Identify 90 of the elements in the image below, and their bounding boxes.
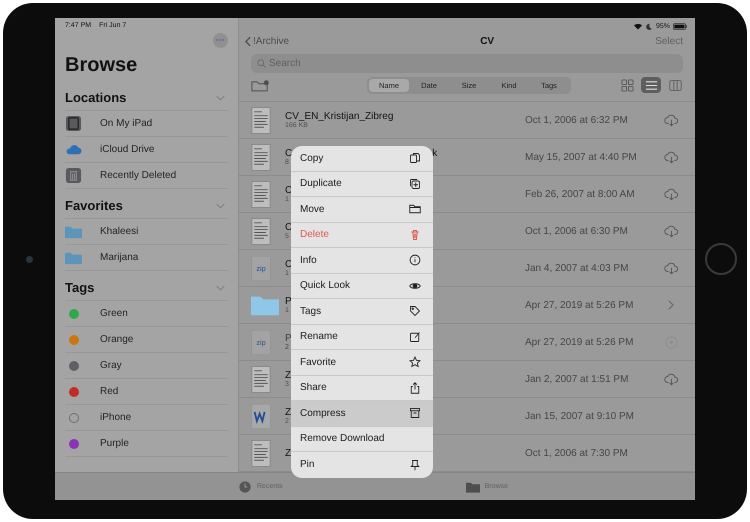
chevron-down-icon[interactable]	[216, 202, 225, 208]
cloud-download-icon[interactable]	[664, 262, 678, 274]
file-date: Oct 1, 2006 at 6:30 PM	[525, 226, 629, 236]
tablet-icon	[65, 115, 82, 132]
pin-icon	[409, 458, 421, 471]
trash-icon	[409, 228, 421, 241]
menu-item[interactable]: Quick Look	[291, 274, 433, 299]
info-icon	[409, 254, 421, 266]
menu-item[interactable]: Favorite	[291, 350, 433, 376]
sidebar-item[interactable]: On My iPad	[65, 111, 228, 137]
share-icon	[409, 382, 421, 394]
menu-item[interactable]: Duplicate	[291, 172, 433, 197]
file-name: Z	[285, 407, 292, 418]
cloud-download-icon[interactable]	[664, 114, 678, 126]
file-date: Jan 2, 2007 at 1:51 PM	[525, 374, 630, 384]
menu-item[interactable]: Tags	[291, 299, 433, 324]
document-thumbnail-icon	[251, 180, 271, 208]
cloud-download-icon[interactable]	[664, 372, 678, 386]
cloud-download-icon[interactable]	[664, 188, 678, 200]
tag-dot	[69, 412, 79, 422]
menu-item[interactable]: Rename	[291, 324, 433, 350]
folder-title: CV	[480, 36, 494, 47]
file-name: CV_EN_Kristijan_Zibreg	[285, 111, 394, 122]
section-title: Tags	[65, 280, 94, 295]
word-document-icon	[251, 402, 271, 430]
file-name: P	[285, 333, 292, 344]
document-thumbnail-icon	[251, 440, 271, 466]
menu-item[interactable]: Pin	[291, 452, 433, 478]
folder-icon	[466, 480, 480, 492]
duplicate-icon	[409, 178, 421, 190]
sidebar-item[interactable]: Khaleesi	[65, 219, 228, 245]
sidebar-item[interactable]: Green	[65, 301, 228, 327]
sidebar-item[interactable]: Marijana	[65, 245, 228, 271]
file-name: Z	[285, 448, 292, 458]
tag-icon	[409, 305, 421, 318]
document-thumbnail-icon	[251, 218, 271, 244]
file-name: P	[285, 296, 292, 307]
file-date: Feb 26, 2007 at 8:00 AM	[525, 188, 636, 200]
chevron-down-icon[interactable]	[216, 284, 225, 290]
menu-item[interactable]: Compress	[291, 401, 433, 426]
battery-icon	[673, 22, 687, 30]
document-thumbnail-icon	[251, 144, 271, 170]
zip-file-icon: zip	[251, 328, 271, 356]
section-title: Locations	[65, 90, 126, 105]
file-date: Jan 4, 2007 at 4:03 PM	[525, 262, 630, 274]
file-date: Jan 15, 2007 at 9:10 PM	[525, 410, 635, 422]
menu-item[interactable]: Copy	[291, 146, 433, 172]
sidebar-item[interactable]: iCloud Drive	[65, 137, 228, 163]
camera-dot	[26, 256, 32, 262]
sidebar-title: Browse	[65, 54, 138, 77]
home-button[interactable]	[705, 243, 737, 275]
sidebar-item[interactable]: Purple	[65, 431, 228, 457]
file-date: Oct 1, 2006 at 6:32 PM	[525, 114, 629, 126]
file-date: May 15, 2007 at 4:40 PM	[525, 152, 638, 162]
wifi-icon	[634, 22, 642, 30]
zip-file-icon: zip	[251, 254, 271, 282]
moon-icon	[644, 22, 653, 30]
file-name: Z	[285, 370, 292, 381]
sidebar-item[interactable]: Orange	[65, 327, 228, 353]
file-name: C	[285, 148, 292, 159]
sidebar-item[interactable]: Recently Deleted	[65, 163, 228, 189]
clock-icon	[238, 480, 252, 492]
sidebar-item[interactable]: Red	[65, 379, 228, 405]
cloud-download-icon[interactable]	[664, 150, 678, 164]
new-folder-icon[interactable]	[251, 78, 269, 92]
sidebar-item[interactable]: iPhone	[65, 405, 228, 431]
search-icon	[257, 58, 266, 68]
menu-item[interactable]: Remove Download	[291, 426, 433, 452]
cloud-download-icon[interactable]	[664, 224, 678, 238]
chevron-right-icon	[668, 300, 674, 310]
chevron-down-icon[interactable]	[216, 94, 225, 100]
file-date: Apr 27, 2019 at 5:26 PM	[525, 300, 634, 310]
folder-icon	[409, 203, 421, 216]
star-icon	[409, 356, 421, 368]
document-thumbnail-icon	[251, 106, 271, 134]
file-name: k	[432, 148, 438, 159]
copy-icon	[409, 152, 421, 164]
file-date: Oct 1, 2006 at 7:30 PM	[525, 448, 629, 458]
archive-icon	[409, 407, 421, 420]
list-view-icon[interactable]	[641, 77, 661, 94]
menu-item[interactable]: Info	[291, 248, 433, 274]
sidebar-item[interactable]: Gray	[65, 353, 228, 379]
pencil-icon	[409, 330, 421, 343]
file-date: Apr 27, 2019 at 5:26 PM	[525, 336, 634, 348]
menu-item[interactable]: Move	[291, 197, 433, 222]
section-title: Favorites	[65, 198, 123, 213]
trash-icon	[65, 167, 82, 184]
folder-icon	[251, 294, 279, 316]
document-thumbnail-icon	[251, 366, 271, 392]
chevron-left-icon	[245, 36, 251, 47]
